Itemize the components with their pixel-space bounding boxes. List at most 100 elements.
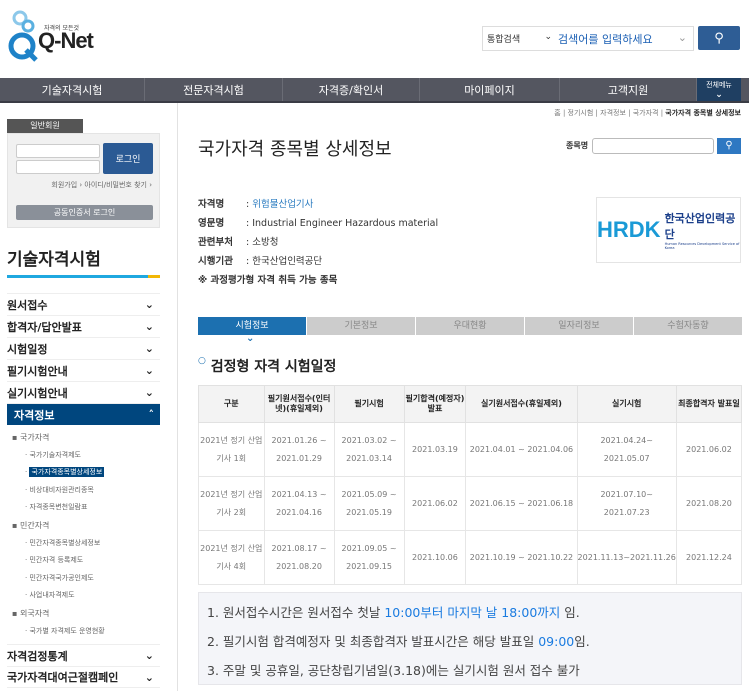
table-cell: 2021.11.13~2021.11.26 <box>576 530 677 585</box>
logo-text: Q-Net <box>38 28 94 53</box>
submenu-item[interactable]: · 국가기술자격제도 <box>7 447 160 465</box>
submenu-item[interactable]: · 민간자격 등록제도 <box>7 552 160 570</box>
chevron-down-icon: ⌄ <box>246 333 255 344</box>
id-input[interactable] <box>16 144 100 158</box>
table-row: 2021년 정기 산업기사 2회 2021.04.13 ~ 2021.04.16 2… <box>198 476 743 531</box>
chevron-down-icon: ⌄ <box>715 89 723 100</box>
sidebar-item[interactable]: 필기시험안내 ⌄ <box>7 359 160 381</box>
chevron-down-icon: ⌄ <box>144 320 154 333</box>
submenu-item[interactable]: ▪ 국가자격 <box>7 429 160 447</box>
item-search-button[interactable]: ⚲ <box>717 138 741 154</box>
submenu-item[interactable]: · 민간자격국가공인제도 <box>7 570 160 588</box>
submenu-item[interactable]: ▪ 민간자격 <box>7 517 160 535</box>
title-bar <box>7 275 160 278</box>
org-name-en: Human Resources Development Service of K… <box>664 242 740 250</box>
column-header: 최종합격자 발표일 <box>675 385 743 423</box>
submenu-item[interactable]: · 국가별 자격제도 운영현황 <box>7 623 160 641</box>
nav-item[interactable]: 기술자격시험 <box>0 78 145 101</box>
search-button[interactable]: ⚲ <box>698 26 740 50</box>
sidebar-item[interactable]: 실기시험안내 ⌄ <box>7 381 160 403</box>
notice-box: 1. 원서접수시간은 원서접수 첫날 10:00부터 마지막 날 18:00까지… <box>198 592 742 685</box>
chevron-down-icon: ⌄ <box>144 364 154 377</box>
page-title: 국가자격 종목별 상세정보 <box>198 139 392 160</box>
sidebar-item[interactable]: 국가자격대여근절캠페인 ⌄ <box>7 666 160 689</box>
tab-basic-info[interactable]: 기본정보 <box>307 317 415 335</box>
cert-login-button[interactable]: 공동인증서 로그인 <box>16 205 153 220</box>
nav-item[interactable]: 자격증/확인서 <box>283 78 420 101</box>
org-logo-mark: HRDK <box>597 217 661 242</box>
column-header: 구분 <box>198 385 265 423</box>
nav-item[interactable]: 전문자격시험 <box>145 78 283 101</box>
sidebar-item[interactable]: 합격자/답안발표 ⌄ <box>7 315 160 337</box>
submenu-item[interactable]: · 사업내자격제도 <box>7 587 160 605</box>
login-box: 로그인 회원가입 › 아이디/비밀번호 찾기 › 공동인증서 로그인 <box>7 133 160 228</box>
bullet-icon: ○ <box>198 356 206 366</box>
find-account-link[interactable]: 아이디/비밀번호 찾기 <box>84 181 147 189</box>
submenu-item[interactable]: · 국가자격종목별상세정보 <box>7 464 160 482</box>
table-cell: 2021.01.26 ~ 2021.01.29 <box>263 422 335 477</box>
column-header: 필기합격(예정자)발표 <box>403 385 467 423</box>
table-row: 2021년 정기 산업기사 1회 2021.01.26 ~ 2021.01.29 2… <box>198 422 743 477</box>
chevron-up-icon: ˄ <box>148 408 155 421</box>
login-button[interactable]: 로그인 <box>103 143 153 174</box>
sidebar-menu: 원서접수 ⌄ 합격자/답안발표 ⌄ 시험일정 ⌄ 필기시험안내 ⌄ 실기시험안내 ⌄ 자격… <box>7 293 160 689</box>
tab-benefits[interactable]: 우대현황 <box>416 317 524 335</box>
column-header: 필기시험 <box>333 385 405 423</box>
search-scope-select[interactable]: 통합검색 ⌄ <box>483 32 558 45</box>
column-header: 실기원서접수(휴일제외) <box>465 385 578 423</box>
password-input[interactable] <box>16 160 100 174</box>
info-value: 위험물산업기사 <box>252 199 314 210</box>
table-cell: 2021.12.24 <box>675 530 743 585</box>
notice-item: 2. 필기시험 합격예정자 및 최종합격자 발표시간은 해당 발표일 09:00… <box>207 634 590 649</box>
divider <box>177 103 178 691</box>
sidebar-item[interactable]: 원서접수 ⌄ <box>7 293 160 315</box>
all-menu-button[interactable]: 전체메뉴 ⌄ <box>697 78 741 101</box>
tab-jobs[interactable]: 일자리정보 <box>525 317 633 335</box>
nav-item[interactable]: 마이페이지 <box>420 78 560 101</box>
sidebar-item[interactable]: 시험일정 ⌄ <box>7 337 160 359</box>
submenu-item[interactable]: · 비상대비자원관리종목 <box>7 482 160 500</box>
table-cell: 2021.08.20 <box>675 476 743 531</box>
member-tab[interactable]: 일반회원 <box>7 119 83 133</box>
breadcrumb-current: 국가자격 종목별 상세정보 <box>665 109 741 117</box>
sidebar-item[interactable]: 자격검정통계 ⌄ <box>7 644 160 666</box>
table-cell: 2021.10.19 ~ 2021.10.22 <box>465 530 578 585</box>
submenu-item[interactable]: · 민간자격종목별상세정보 <box>7 535 160 553</box>
join-link[interactable]: 회원가입 <box>51 181 77 189</box>
breadcrumb-item[interactable]: 홈 <box>554 109 560 117</box>
org-logo: HRDK 한국산업인력공단 Human Resources Development… <box>596 197 741 263</box>
item-search-input[interactable] <box>592 138 714 154</box>
chevron-down-icon: ⌄ <box>144 670 154 684</box>
notice-item: 1. 원서접수시간은 원서접수 첫날 10:00부터 마지막 날 18:00까지… <box>207 605 580 620</box>
section-title: ○ 검정형 자격 시험일정 <box>198 356 337 375</box>
breadcrumb-item[interactable]: 국가자격 <box>633 109 659 117</box>
submenu-item[interactable]: ▪ 외국자격 <box>7 605 160 623</box>
notice-item: 3. 주말 및 공휴일, 공단창립기념일(3.18)에는 실기시험 원서 접수 … <box>207 663 580 678</box>
info-note: ※ 과정평가형 자격 취득 가능 종목 <box>198 275 338 286</box>
search-icon: ⚲ <box>714 30 724 46</box>
chevron-down-icon: ⌄ <box>144 298 154 311</box>
breadcrumb-item[interactable]: 정기시험 <box>568 109 594 117</box>
qnet-logo[interactable]: 자격의 모든것 Q-Net <box>8 6 98 64</box>
table-cell: 2021.06.15 ~ 2021.06.18 <box>465 476 578 531</box>
column-header: 실기시험 <box>576 385 677 423</box>
table-cell: 2021.04.01 ~ 2021.04.06 <box>465 422 578 477</box>
table-cell: 2021.07.10~ 2021.07.23 <box>576 476 677 531</box>
sidebar-item-active[interactable]: 자격정보 ˄ <box>7 403 160 425</box>
table-cell: 2021.08.17 ~ 2021.08.20 <box>263 530 335 585</box>
tab-candidate-trends[interactable]: 수험자동향 <box>634 317 742 335</box>
search-icon: ⚲ <box>725 140 733 151</box>
exam-schedule-table: 구분 필기원서접수(인터넷)(휴일제외) 필기시험 필기합격(예정자)발표 실기원서접수… <box>198 385 743 585</box>
table-cell: 2021.03.19 <box>403 422 467 477</box>
info-label: 시행기관 <box>198 256 233 267</box>
breadcrumb-item[interactable]: 자격정보 <box>600 109 626 117</box>
submenu-item[interactable]: · 자격종목변천일람표 <box>7 499 160 517</box>
table-row: 2021년 정기 산업기사 4회 2021.08.17 ~ 2021.08.20 2… <box>198 530 743 585</box>
sidebar-title: 기술자격시험 <box>7 250 101 270</box>
search-input[interactable]: 검색어를 입력하세요 ⌄ <box>558 31 693 47</box>
info-label: 관련부처 <box>198 237 233 248</box>
table-cell: 2021.06.02 <box>675 422 743 477</box>
item-search-label: 종목명 <box>566 141 589 150</box>
info-label: 영문명 <box>198 218 225 229</box>
nav-item[interactable]: 고객지원 <box>560 78 697 101</box>
